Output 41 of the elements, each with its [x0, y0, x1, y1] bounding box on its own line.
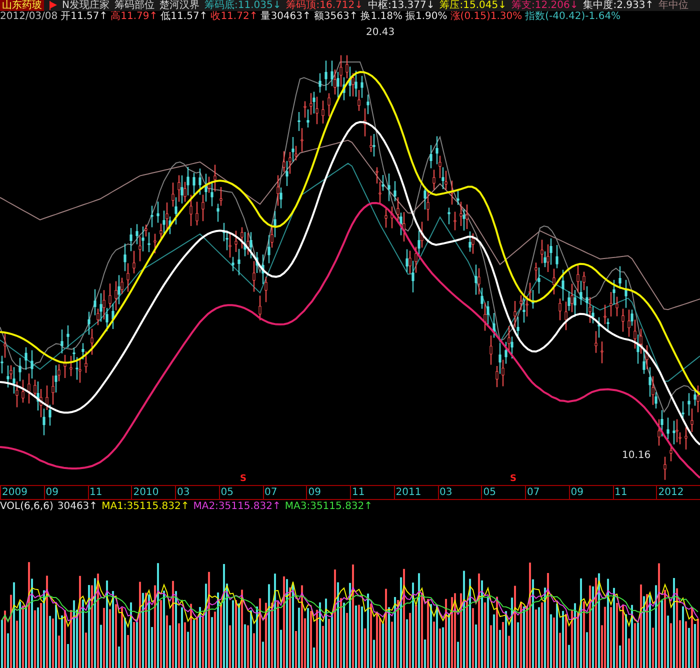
quote-value: 涨(0.15)1.30%: [450, 11, 522, 22]
date-label: 07: [262, 486, 306, 499]
volume-legend-label: MA1:35115.832↑: [102, 500, 190, 512]
quote-value: 指数(-40.42)-1.64%: [525, 11, 621, 22]
volume-legend-label: MA2:35115.832↑: [193, 500, 281, 512]
date-label: 2012: [656, 486, 700, 499]
date-label: 03: [175, 486, 219, 499]
quote-value: 2012/03/08: [0, 11, 58, 22]
date-label: 11: [350, 486, 394, 499]
date-label: 03: [438, 486, 482, 499]
date-label: 09: [306, 486, 350, 499]
volume-legend-label: VOL(6,6,6): [0, 500, 54, 512]
date-label: 11: [88, 486, 132, 499]
date-label: 09: [44, 486, 88, 499]
quote-value: 收11.72↑: [210, 11, 258, 22]
date-label: 2010: [131, 486, 175, 499]
quote-value: 换1.18%: [360, 11, 403, 22]
date-label: 07: [525, 486, 569, 499]
quote-value: 振1.90%: [406, 11, 448, 22]
low-price-label: 10.16: [622, 450, 651, 461]
date-label: 05: [218, 486, 262, 499]
date-label: 05: [481, 486, 525, 499]
indicator-label: 筹压:15.045↓: [440, 0, 506, 11]
date-label: 11: [612, 486, 656, 499]
quote-value: 低11.57↑: [160, 11, 208, 22]
volume-legend-label: 30463↑: [57, 500, 98, 512]
indicator-label: 筹码顶:16.712↓: [286, 0, 363, 11]
signal-mark: S: [240, 474, 246, 484]
date-label: 09: [568, 486, 612, 499]
quote-value: 量30463↑: [260, 11, 311, 22]
indicator-label: 筹支:12.206↓: [511, 0, 578, 11]
date-label: 2009: [0, 486, 44, 499]
flag-icon: [49, 1, 57, 10]
indicator-label: 中枢:13.377↓: [368, 0, 435, 11]
signal-mark: S: [510, 474, 516, 484]
high-price-label: 20.43: [366, 27, 395, 38]
indicator-label: 楚河汉界: [159, 0, 200, 11]
indicator-label: 年中位: [658, 0, 689, 11]
quote-value: 开11.57↑: [60, 11, 108, 22]
date-label: 2011: [394, 486, 438, 499]
volume-legend-label: MA3:35115.832↑: [284, 500, 373, 512]
